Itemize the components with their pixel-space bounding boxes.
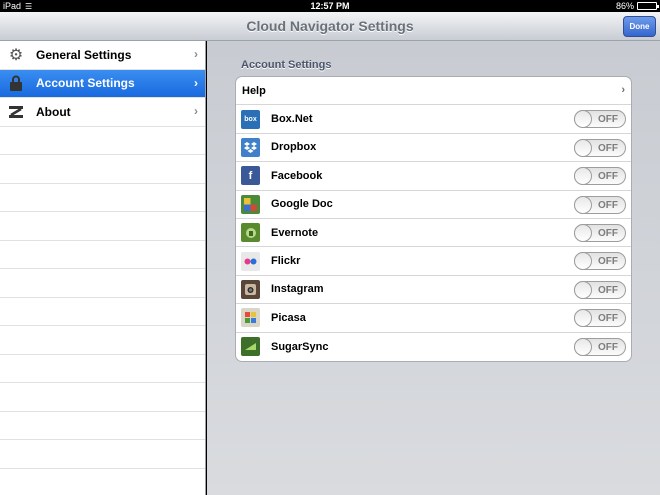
about-icon [6, 102, 26, 122]
service-name: Instagram [271, 283, 324, 296]
service-name: Flickr [271, 255, 301, 268]
empty-row [0, 355, 205, 383]
toggle-state: OFF [598, 171, 618, 183]
service-name: Box.Net [271, 113, 313, 126]
empty-row [0, 269, 205, 298]
empty-row [0, 212, 205, 241]
flickr-toggle[interactable]: OFF [574, 252, 626, 271]
toggle-knob [574, 110, 592, 129]
toggle-knob [574, 280, 592, 299]
toggle-knob [574, 337, 592, 356]
help-row[interactable]: Help › [236, 77, 631, 106]
toggle-knob [574, 138, 592, 157]
service-row-instagram: Instagram OFF [236, 276, 631, 305]
empty-row [0, 241, 205, 269]
toggle-state: OFF [598, 142, 618, 154]
chevron-right-icon: › [194, 75, 198, 90]
status-bar: iPad ☰ 12:57 PM 86% [0, 0, 660, 12]
toggle-state: OFF [598, 256, 618, 268]
toggle-knob [574, 195, 592, 214]
empty-row [0, 469, 205, 495]
main-panel: Account Settings Help › box Box.Net OFF … [207, 41, 660, 495]
service-row-dropbox: Dropbox OFF [236, 134, 631, 163]
empty-row [0, 383, 205, 412]
facebook-toggle[interactable]: OFF [574, 167, 626, 186]
service-row-picasa: Picasa OFF [236, 304, 631, 333]
evernote-toggle[interactable]: OFF [574, 223, 626, 242]
sidebar-item-label: General Settings [36, 47, 132, 62]
sidebar-item-account-settings[interactable]: Account Settings › [0, 69, 205, 98]
flickr-icon [241, 251, 260, 271]
empty-row [0, 412, 205, 440]
battery-percent: 86% [615, 1, 634, 11]
empty-row [0, 298, 205, 326]
service-name: Evernote [271, 226, 319, 239]
status-right: 86% [615, 1, 659, 11]
facebook-icon: f [241, 166, 260, 186]
sidebar-item-general-settings[interactable]: ⚙ General Settings › [0, 41, 205, 70]
evernote-icon [241, 223, 260, 243]
toggle-state: OFF [598, 341, 618, 353]
toggle-knob [574, 309, 592, 328]
toggle-state: OFF [598, 313, 618, 325]
dropbox-toggle[interactable]: OFF [574, 138, 626, 157]
toggle-knob [574, 223, 592, 242]
box-net-toggle[interactable]: OFF [574, 110, 626, 129]
help-label: Help [242, 84, 266, 97]
toggle-state: OFF [598, 199, 618, 211]
empty-row [0, 155, 205, 184]
sidebar: ⚙ General Settings › Account Settings › … [0, 41, 206, 495]
service-row-box-net: box Box.Net OFF [236, 105, 631, 134]
toggle-state: OFF [598, 114, 618, 126]
toggle-state: OFF [598, 284, 618, 296]
google-doc-toggle[interactable]: OFF [574, 195, 626, 214]
sidebar-item-label: About [36, 104, 71, 119]
service-name: Dropbox [271, 141, 317, 154]
service-row-sugarsync: SugarSync OFF [236, 333, 631, 361]
service-name: Facebook [271, 169, 323, 182]
gear-icon: ⚙ [8, 46, 24, 64]
battery-icon [637, 2, 659, 10]
account-settings-group: Help › box Box.Net OFF Dropbox OFF f Fac… [235, 76, 632, 362]
navigation-bar: Cloud Navigator Settings Done [0, 12, 660, 41]
empty-row [0, 326, 205, 355]
service-name: Google Doc [271, 198, 333, 211]
empty-row [0, 440, 205, 469]
sugarsync-toggle[interactable]: OFF [574, 337, 626, 356]
service-row-google-doc: Google Doc OFF [236, 191, 631, 219]
dropbox-icon [241, 137, 260, 157]
page-title: Cloud Navigator Settings [246, 18, 414, 34]
google-doc-icon [241, 194, 260, 214]
section-title: Account Settings [241, 59, 332, 71]
toggle-knob [574, 167, 592, 186]
chevron-right-icon: › [621, 84, 625, 96]
instagram-icon [241, 279, 260, 299]
instagram-toggle[interactable]: OFF [574, 280, 626, 299]
sugarsync-icon [241, 337, 260, 357]
service-row-evernote: Evernote OFF [236, 219, 631, 248]
service-name: SugarSync [271, 340, 329, 353]
service-row-facebook: f Facebook OFF [236, 162, 631, 191]
chevron-right-icon: › [194, 104, 198, 118]
chevron-right-icon: › [194, 47, 198, 61]
empty-row [0, 184, 205, 212]
sidebar-item-about[interactable]: About › [0, 98, 205, 127]
empty-row [0, 127, 205, 155]
toggle-state: OFF [598, 227, 618, 239]
service-name: Picasa [271, 311, 306, 324]
lock-icon [6, 73, 26, 93]
toggle-knob [574, 252, 592, 271]
sidebar-item-label: Account Settings [36, 76, 135, 91]
picasa-toggle[interactable]: OFF [574, 309, 626, 328]
picasa-icon [241, 308, 260, 328]
box-icon: box [241, 109, 260, 129]
service-row-flickr: Flickr OFF [236, 247, 631, 276]
done-button[interactable]: Done [623, 16, 656, 37]
status-time: 12:57 PM [310, 1, 350, 11]
